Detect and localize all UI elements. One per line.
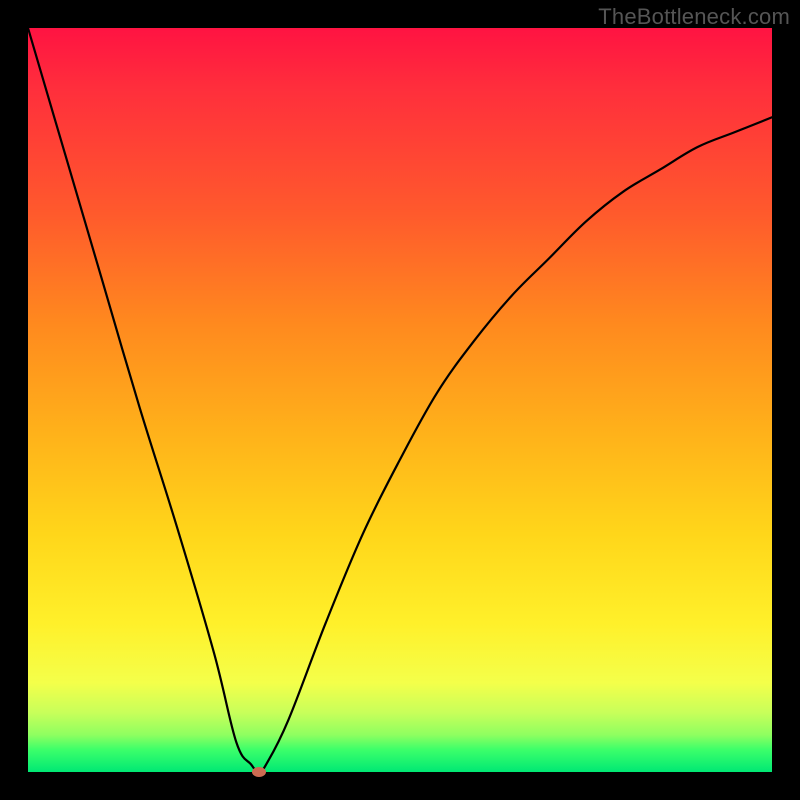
plot-area [28,28,772,772]
chart-frame: TheBottleneck.com [0,0,800,800]
bottleneck-curve [28,28,772,772]
watermark-text: TheBottleneck.com [598,4,790,30]
optimum-marker [252,767,266,777]
